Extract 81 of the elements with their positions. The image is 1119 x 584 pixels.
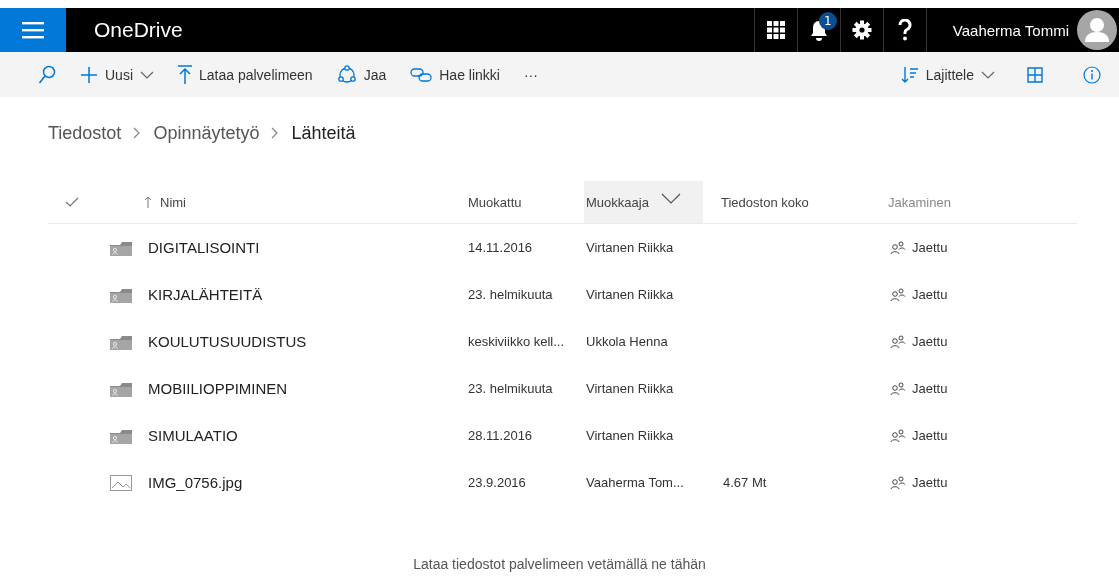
modified-by: Virtanen Riikka xyxy=(586,428,674,443)
shared-folder-icon xyxy=(110,333,132,350)
file-row[interactable]: MOBIILIOPPIMINEN 23. helmikuuta Virtanen Riikka Jaettu xyxy=(48,365,1077,412)
people-icon xyxy=(890,381,906,396)
chevron-down-icon xyxy=(660,192,681,204)
avatar-icon xyxy=(1077,10,1117,50)
upload-button[interactable]: Lataa palvelimeen xyxy=(168,56,323,93)
file-name[interactable]: MOBIILIOPPIMINEN xyxy=(148,380,288,397)
column-header[interactable]: Tiedoston koko xyxy=(721,181,888,223)
sort-ascending-icon xyxy=(144,195,152,209)
file-row[interactable]: KOULUTUSUUDISTUS keskiviikko kell... Ukkola Henna Jaettu xyxy=(48,318,1077,365)
shared-folder-icon xyxy=(110,286,132,303)
sort-icon xyxy=(900,65,919,84)
settings-icon xyxy=(851,20,872,40)
sharing-status: Jaettu xyxy=(912,428,948,443)
modified-date: 23. helmikuuta xyxy=(468,381,553,396)
modified-date: 14.11.2016 xyxy=(468,240,533,255)
file-name[interactable]: KOULUTUSUUDISTUS xyxy=(148,333,307,350)
sharing-status: Jaettu xyxy=(912,240,948,255)
file-name[interactable]: IMG_0756.jpg xyxy=(148,474,243,491)
chevron-down-icon xyxy=(981,70,995,79)
sharing-status: Jaettu xyxy=(912,287,948,302)
plus-icon xyxy=(80,65,98,84)
info-icon xyxy=(1083,65,1101,84)
shared-folder-icon xyxy=(110,239,132,256)
image-file-icon xyxy=(110,474,132,491)
select-all-checkmark-icon[interactable] xyxy=(65,197,79,207)
modified-by: Ukkola Henna xyxy=(586,334,668,349)
drop-hint: Lataa tiedostot palvelimeen vetämällä ne tähän xyxy=(412,556,707,572)
people-icon xyxy=(890,334,906,349)
modified-date: 23. helmikuuta xyxy=(468,287,553,302)
chevron-right-icon xyxy=(133,127,142,139)
file-name[interactable]: SIMULAATIO xyxy=(148,427,238,444)
sort-button[interactable]: Lajittele xyxy=(890,56,1005,93)
notification-badge: 1 xyxy=(818,12,837,30)
modified-date: 28.11.2016 xyxy=(468,428,533,443)
sharing-status: Jaettu xyxy=(912,381,948,396)
share-icon xyxy=(336,64,357,85)
modified-date: keskiviikko kell... xyxy=(468,334,565,349)
people-icon xyxy=(890,287,906,302)
file-size: 4.67 Mt xyxy=(723,475,767,490)
search-icon xyxy=(38,64,56,85)
modified-by: Virtanen Riikka xyxy=(586,240,674,255)
modified-date: 23.9.2016 xyxy=(468,475,526,490)
app-title: OneDrive xyxy=(93,17,183,43)
new-button[interactable]: Uusi xyxy=(70,56,164,93)
chevron-down-icon xyxy=(140,70,154,79)
file-name[interactable]: KIRJALÄHTEITÄ xyxy=(148,286,263,303)
file-row[interactable]: SIMULAATIO 28.11.2016 Virtanen Riikka Jaettu xyxy=(48,412,1077,459)
link-button[interactable]: Hae linkki xyxy=(400,56,510,93)
grid-icon xyxy=(1027,66,1043,83)
chevron-right-icon xyxy=(271,127,280,139)
upload-icon xyxy=(178,64,192,85)
people-icon xyxy=(890,428,906,443)
share-button[interactable]: Jaa xyxy=(326,56,397,93)
column-header[interactable]: Jakaminen xyxy=(888,181,1077,223)
file-row[interactable]: KIRJALÄHTEITÄ 23. helmikuuta Virtanen Riikka Jaettu xyxy=(48,271,1077,318)
breadcrumb-link[interactable]: Lähteitä xyxy=(291,122,356,144)
question-mark-icon xyxy=(897,19,912,41)
waffle-icon xyxy=(766,21,785,39)
breadcrumb-link[interactable]: Opinnäytetyö xyxy=(153,122,260,144)
column-header[interactable]: Muokattu xyxy=(468,181,586,223)
menu-icon xyxy=(22,21,44,39)
shared-folder-icon xyxy=(110,427,132,444)
people-icon xyxy=(890,240,906,255)
modified-by: Virtanen Riikka xyxy=(586,381,674,396)
more-button[interactable]: ··· xyxy=(513,56,548,93)
column-header[interactable]: Muokkaaja xyxy=(584,181,703,223)
breadcrumb-link[interactable]: Tiedostot xyxy=(48,122,122,144)
modified-by: Vaaherma Tom... xyxy=(586,475,684,490)
file-row[interactable]: DIGITALISOINTI 14.11.2016 Virtanen Riikka Jaettu xyxy=(48,224,1077,271)
modified-by: Virtanen Riikka xyxy=(586,287,674,302)
shared-folder-icon xyxy=(110,380,132,397)
column-header[interactable]: Nimi xyxy=(140,181,468,223)
sharing-status: Jaettu xyxy=(912,475,948,490)
people-icon xyxy=(890,475,906,490)
link-icon xyxy=(410,67,433,82)
menu-button[interactable] xyxy=(0,8,66,52)
file-row[interactable]: IMG_0756.jpg 23.9.2016 Vaaherma Tom... 4.67 Mt Jaettu xyxy=(48,459,1077,506)
sharing-status: Jaettu xyxy=(912,334,948,349)
file-name[interactable]: DIGITALISOINTI xyxy=(148,239,260,256)
